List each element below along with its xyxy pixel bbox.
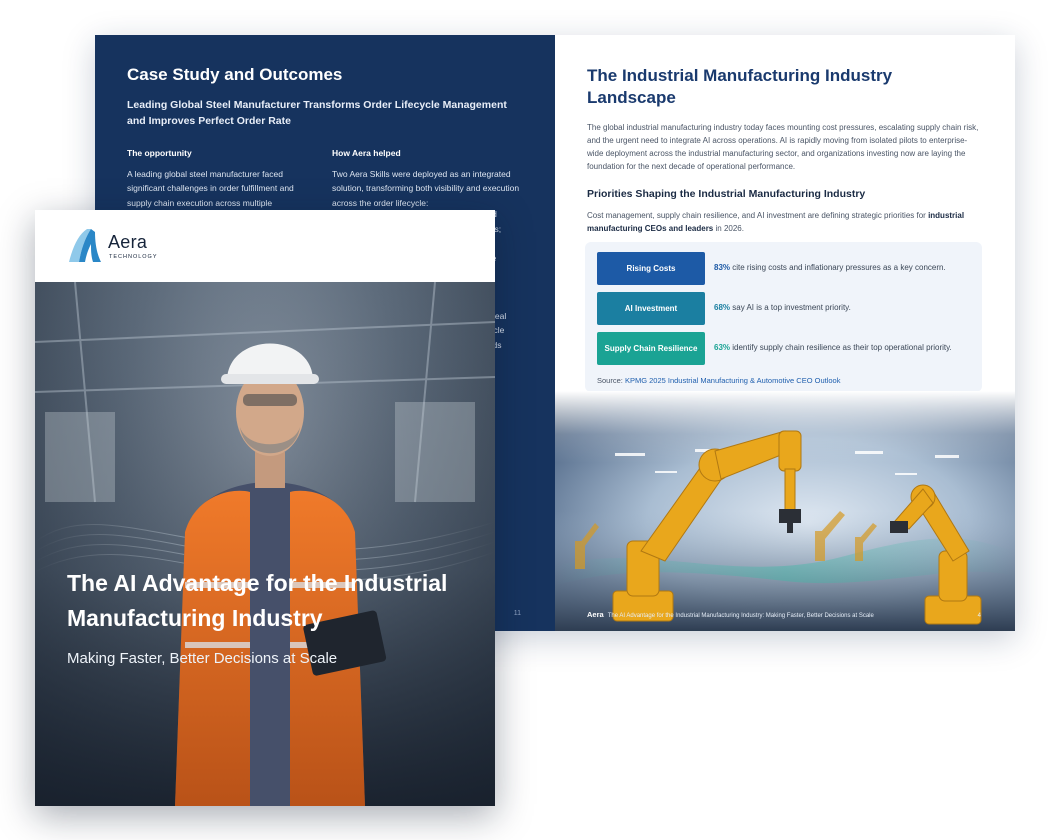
case-study-subtitle: Leading Global Steel Manufacturer Transf… <box>127 99 507 127</box>
stat-row-rising-costs: Rising Costs 83% cite rising costs and i… <box>597 252 977 285</box>
stat-description: cite rising costs and inflationary press… <box>730 263 946 272</box>
stat-label-supply-chain-resilience: Supply Chain Resilience <box>597 332 705 365</box>
stat-row-ai-investment: AI Investment 68% say AI is a top invest… <box>597 292 977 325</box>
page-footer: Aera The AI Advantage for the Industrial … <box>587 610 874 619</box>
stat-description: identify supply chain resilience as thei… <box>730 343 952 352</box>
cover-brand: Aera <box>108 232 148 252</box>
stat-description: say AI is a top investment priority. <box>730 303 851 312</box>
footer-text: The AI Advantage for the Industrial Manu… <box>607 613 874 619</box>
right-page-number: 4 <box>977 613 981 619</box>
stat-label-rising-costs: Rising Costs <box>597 252 705 285</box>
landscape-body: The global industrial manufacturing indu… <box>587 123 979 171</box>
worker-factory-image <box>35 281 495 806</box>
brochure-cover: Aera TECHNOLOGY The AI Advantage for the… <box>35 210 495 806</box>
factory-worker-illustration <box>35 281 495 806</box>
priorities-heading: Priorities Shaping the Industrial Manufa… <box>587 188 866 200</box>
stat-text: 68% say AI is a top investment priority. <box>714 303 851 312</box>
industry-landscape-page: The Industrial Manufacturing Industry La… <box>555 35 1015 631</box>
lead-text-end: in 2026. <box>713 224 744 233</box>
cover-brand-sub: TECHNOLOGY <box>109 254 158 260</box>
stat-percent: 68% <box>714 303 731 312</box>
left-page-number: 11 <box>513 610 521 617</box>
how-aera-helped-heading: How Aera helped <box>332 148 401 158</box>
source-link[interactable]: KPMG 2025 Industrial Manufacturing & Aut… <box>625 376 841 385</box>
cover-header: Aera TECHNOLOGY <box>35 210 495 282</box>
lead-text: Cost management, supply chain resilience… <box>587 211 929 220</box>
robot-arm-factory-image: Aera The AI Advantage for the Industrial … <box>555 391 1015 631</box>
stat-text: 63% identify supply chain resilience as … <box>714 343 952 352</box>
priorities-lead: Cost management, supply chain resilience… <box>587 209 977 235</box>
case-study-title: Case Study and Outcomes <box>127 65 343 84</box>
cover-subtitle: Making Faster, Better Decisions at Scale <box>67 650 338 667</box>
opportunity-column: The opportunity A leading global steel m… <box>127 146 317 210</box>
how-aera-helped-column: How Aera helped Two Aera Skills were dep… <box>332 146 522 210</box>
landscape-title: The Industrial Manufacturing Industry La… <box>587 66 893 107</box>
source-label: Source: <box>597 376 625 385</box>
stat-percent: 63% <box>714 343 731 352</box>
stat-row-supply-chain-resilience: Supply Chain Resilience 63% identify sup… <box>597 332 977 365</box>
how-aera-helped-text: Two Aera Skills were deployed as an inte… <box>332 168 520 208</box>
opportunity-text: A leading global steel manufacturer face… <box>127 168 294 208</box>
stat-label-ai-investment: AI Investment <box>597 292 705 325</box>
stats-source: Source: KPMG 2025 Industrial Manufacturi… <box>597 376 840 385</box>
stat-percent: 83% <box>714 263 731 272</box>
opportunity-heading: The opportunity <box>127 148 192 158</box>
cover-title: The AI Advantage for the Industrial Manu… <box>67 570 448 631</box>
aera-logo-icon <box>69 229 101 262</box>
stat-text: 83% cite rising costs and inflationary p… <box>714 263 946 272</box>
robot-arm-illustration <box>555 430 1015 631</box>
footer-logo: Aera <box>587 610 604 619</box>
priorities-stats-box: Rising Costs 83% cite rising costs and i… <box>585 242 982 392</box>
